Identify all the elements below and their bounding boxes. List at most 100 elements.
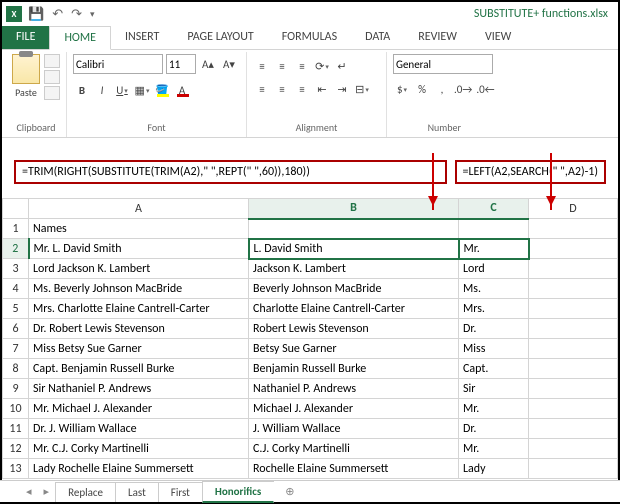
cell-d8[interactable]	[529, 359, 618, 379]
bold-button[interactable]: B	[73, 81, 91, 99]
undo-icon[interactable]: ↶	[52, 7, 63, 22]
format-painter-button[interactable]	[44, 86, 60, 100]
cell-d9[interactable]	[529, 379, 618, 399]
cell-c6[interactable]: Dr.	[459, 319, 529, 339]
underline-button[interactable]: U	[113, 81, 131, 99]
row-header[interactable]: 11	[3, 419, 29, 439]
align-right-icon[interactable]: ≡	[293, 80, 311, 98]
row-header[interactable]: 13	[3, 459, 29, 479]
row-header[interactable]: 3	[3, 259, 29, 279]
col-header-a[interactable]: A	[29, 199, 249, 219]
cell-a9[interactable]: Sir Nathaniel P. Andrews	[29, 379, 249, 399]
cell-a5[interactable]: Mrs. Charlotte Elaine Cantrell-Carter	[29, 299, 249, 319]
tab-insert[interactable]: INSERT	[111, 26, 173, 49]
cell-a3[interactable]: Lord Jackson K. Lambert	[29, 259, 249, 279]
qat-customize-icon[interactable]: ▾	[90, 9, 95, 20]
orientation-icon[interactable]: ⟳	[313, 57, 331, 75]
cell-c1[interactable]	[459, 219, 529, 239]
table-row[interactable]: 10Mr. Michael J. AlexanderMichael J. Ale…	[3, 399, 618, 419]
cell-c9[interactable]: Sir	[459, 379, 529, 399]
cell-c7[interactable]: Miss	[459, 339, 529, 359]
cell-c10[interactable]: Mr.	[459, 399, 529, 419]
table-row[interactable]: 4Ms. Beverly Johnson MacBrideBeverly Joh…	[3, 279, 618, 299]
cell-b7[interactable]: Betsy Sue Garner	[249, 339, 459, 359]
col-header-c[interactable]: C	[459, 199, 529, 219]
table-row[interactable]: 5Mrs. Charlotte Elaine Cantrell-CarterCh…	[3, 299, 618, 319]
cell-c3[interactable]: Lord	[459, 259, 529, 279]
cell-c4[interactable]: Ms.	[459, 279, 529, 299]
tab-data[interactable]: DATA	[351, 26, 404, 49]
increase-indent-icon[interactable]: ⇥	[333, 80, 351, 98]
sheet-nav-prev-icon[interactable]: ◂	[20, 485, 38, 498]
increase-font-icon[interactable]: A▴	[199, 55, 217, 73]
align-bottom-icon[interactable]: ≡	[293, 57, 311, 75]
table-row[interactable]: 11Dr. J. William WallaceJ. William Walla…	[3, 419, 618, 439]
table-row[interactable]: 1Names	[3, 219, 618, 239]
row-header[interactable]: 6	[3, 319, 29, 339]
row-header[interactable]: 9	[3, 379, 29, 399]
cut-button[interactable]	[44, 54, 60, 68]
cell-c5[interactable]: Mrs.	[459, 299, 529, 319]
cell-b5[interactable]: Charlotte Elaine Cantrell-Carter	[249, 299, 459, 319]
copy-button[interactable]	[44, 70, 60, 84]
tab-view[interactable]: VIEW	[471, 26, 525, 49]
sheet-tab-replace[interactable]: Replace	[55, 482, 116, 502]
cell-c11[interactable]: Dr.	[459, 419, 529, 439]
fill-color-button[interactable]: 🪣	[153, 81, 171, 99]
cell-b3[interactable]: Jackson K. Lambert	[249, 259, 459, 279]
align-top-icon[interactable]: ≡	[253, 57, 271, 75]
tab-formulas[interactable]: FORMULAS	[268, 26, 351, 49]
font-size-select[interactable]	[166, 54, 196, 74]
table-row[interactable]: 7Miss Betsy Sue GarnerBetsy Sue GarnerMi…	[3, 339, 618, 359]
sheet-tab-honorifics[interactable]: Honorifics	[202, 481, 274, 503]
cell-a1[interactable]: Names	[29, 219, 249, 239]
cell-d2[interactable]	[529, 239, 618, 259]
align-left-icon[interactable]: ≡	[253, 80, 271, 98]
number-format-select[interactable]	[393, 54, 493, 74]
redo-icon[interactable]: ↷	[71, 7, 82, 22]
table-row[interactable]: 3Lord Jackson K. LambertJackson K. Lambe…	[3, 259, 618, 279]
select-all-corner[interactable]	[3, 199, 29, 219]
decrease-indent-icon[interactable]: ⇤	[313, 80, 331, 98]
decrease-font-icon[interactable]: A▾	[220, 55, 238, 73]
cell-a10[interactable]: Mr. Michael J. Alexander	[29, 399, 249, 419]
table-row[interactable]: 12Mr. C.J. Corky MartinelliC.J. Corky Ma…	[3, 439, 618, 459]
cell-b9[interactable]: Nathaniel P. Andrews	[249, 379, 459, 399]
cell-d1[interactable]	[529, 219, 618, 239]
cell-d7[interactable]	[529, 339, 618, 359]
align-center-icon[interactable]: ≡	[273, 80, 291, 98]
align-middle-icon[interactable]: ≡	[273, 57, 291, 75]
row-header[interactable]: 12	[3, 439, 29, 459]
merge-button[interactable]: ⊟	[353, 80, 371, 98]
cell-d11[interactable]	[529, 419, 618, 439]
cell-d6[interactable]	[529, 319, 618, 339]
cell-c13[interactable]: Lady	[459, 459, 529, 479]
sheet-tab-last[interactable]: Last	[115, 482, 159, 502]
cell-c8[interactable]: Capt.	[459, 359, 529, 379]
row-header[interactable]: 8	[3, 359, 29, 379]
border-button[interactable]: ▦	[133, 81, 151, 99]
font-color-button[interactable]: A	[173, 81, 191, 99]
cell-d3[interactable]	[529, 259, 618, 279]
table-row[interactable]: 8Capt. Benjamin Russell BurkeBenjamin Ru…	[3, 359, 618, 379]
tab-home[interactable]: HOME	[49, 26, 111, 50]
cell-b2[interactable]: L. David Smith	[249, 239, 459, 259]
cell-b6[interactable]: Robert Lewis Stevenson	[249, 319, 459, 339]
cell-a13[interactable]: Lady Rochelle Elaine Summersett	[29, 459, 249, 479]
cell-c12[interactable]: Mr.	[459, 439, 529, 459]
cell-a11[interactable]: Dr. J. William Wallace	[29, 419, 249, 439]
accounting-format-icon[interactable]: $	[393, 80, 411, 98]
cell-a2[interactable]: Mr. L. David Smith	[29, 239, 249, 259]
cell-b12[interactable]: C.J. Corky Martinelli	[249, 439, 459, 459]
cell-a6[interactable]: Dr. Robert Lewis Stevenson	[29, 319, 249, 339]
cell-d4[interactable]	[529, 279, 618, 299]
comma-format-icon[interactable]: ,	[433, 80, 451, 98]
row-header[interactable]: 10	[3, 399, 29, 419]
sheet-add-button[interactable]: ⊕	[273, 482, 306, 501]
cell-a12[interactable]: Mr. C.J. Corky Martinelli	[29, 439, 249, 459]
cell-b13[interactable]: Rochelle Elaine Summersett	[249, 459, 459, 479]
cell-d10[interactable]	[529, 399, 618, 419]
cell-b1[interactable]	[249, 219, 459, 239]
sheet-tab-first[interactable]: First	[158, 482, 203, 502]
sheet-nav-next-icon[interactable]: ▸	[38, 485, 56, 498]
